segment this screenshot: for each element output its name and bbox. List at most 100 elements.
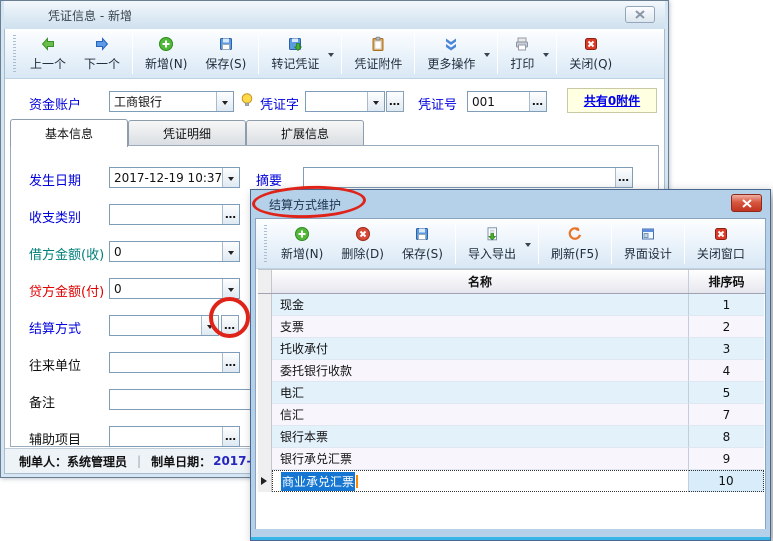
dialog-import-export-button[interactable]: 导入导出 — [459, 223, 525, 265]
close-icon — [742, 199, 752, 208]
row-marker — [258, 294, 272, 316]
chevron-down-icon — [207, 325, 213, 332]
attachment-count-panel: 共有0附件 — [567, 88, 657, 113]
dropdown-button[interactable] — [367, 92, 384, 111]
table-row[interactable]: 现金 1 — [258, 294, 765, 316]
printer-icon — [514, 36, 530, 52]
toolbar-grip[interactable] — [264, 225, 267, 263]
table-row[interactable]: 信汇 7 — [258, 404, 765, 426]
dropdown-button[interactable] — [201, 316, 218, 335]
summary-input[interactable]: … — [303, 167, 633, 188]
dialog-ui-design-button[interactable]: 界面设计 — [615, 223, 681, 265]
row-marker — [258, 338, 272, 360]
dropdown-button[interactable] — [222, 168, 239, 187]
dialog-close-window-button[interactable]: 关闭窗口 — [688, 223, 754, 265]
attachment-count-link[interactable]: 共有0附件 — [584, 92, 640, 109]
toolbar-separator — [258, 34, 259, 74]
debit-amount-combobox[interactable]: 0 — [109, 241, 240, 262]
dialog-delete-button[interactable]: 删除(D) — [332, 223, 393, 265]
table-row[interactable]: 支票 2 — [258, 316, 765, 338]
more-actions-button[interactable]: 更多操作 — [418, 33, 484, 75]
remark-input[interactable] — [109, 389, 259, 410]
table-row[interactable]: 电汇 5 — [258, 382, 765, 404]
auxiliary-item-label: 辅助项目 — [29, 429, 81, 448]
ellipsis-icon: … — [225, 431, 237, 442]
voucher-toolbar: 上一个 下一个 新增(N) 保存(S) — [5, 29, 664, 79]
dialog-refresh-button[interactable]: 刷新(F5) — [542, 223, 608, 265]
column-header-name[interactable]: 名称 — [272, 270, 689, 293]
add-icon — [158, 36, 174, 52]
arrow-left-icon — [40, 36, 56, 52]
toolbar-separator — [132, 34, 133, 74]
counterparty-input[interactable]: … — [109, 352, 240, 373]
creator-label: 制单人： — [19, 453, 67, 470]
toolbar-separator — [556, 34, 557, 74]
voucher-word-combobox[interactable] — [305, 91, 385, 112]
creator-value: 系统管理员 — [67, 453, 127, 470]
status-separator: | — [137, 454, 141, 468]
ellipsis-button[interactable]: … — [222, 353, 239, 372]
ellipsis-button[interactable]: … — [222, 205, 239, 224]
import-export-dropdown-arrow[interactable] — [525, 243, 531, 250]
voucher-window-close-button[interactable] — [625, 6, 655, 23]
attachment-icon — [370, 36, 386, 52]
close-red-icon — [583, 36, 599, 52]
settlement-dialog-close-button[interactable] — [731, 194, 762, 212]
current-row-arrow-icon — [261, 477, 267, 485]
table-row[interactable]: 委托银行收款 4 — [258, 360, 765, 382]
voucher-no-ellipsis-button[interactable]: … — [529, 92, 546, 111]
row-marker — [258, 404, 272, 426]
print-button[interactable]: 打印 — [501, 33, 543, 75]
settlement-method-ellipsis-button[interactable]: … — [221, 315, 239, 336]
save-button[interactable]: 保存(S) — [196, 33, 255, 75]
print-dropdown-arrow[interactable] — [543, 53, 549, 60]
voucher-attachment-button[interactable]: 凭证附件 — [345, 33, 411, 75]
chevron-down-icon — [222, 101, 228, 108]
table-row[interactable]: 托收承付 3 — [258, 338, 765, 360]
selected-cell-editing[interactable]: 商业承兑汇票 — [272, 470, 689, 492]
tab-basic-info[interactable]: 基本信息 — [10, 119, 128, 147]
dialog-new-button[interactable]: 新增(N) — [272, 223, 332, 265]
dialog-save-button[interactable]: 保存(S) — [393, 223, 452, 265]
auxiliary-item-input[interactable]: … — [109, 426, 240, 447]
more-actions-dropdown-arrow[interactable] — [484, 53, 490, 60]
chevron-down-icon — [228, 288, 234, 295]
toolbar-separator — [414, 34, 415, 74]
dropdown-button[interactable] — [222, 242, 239, 261]
save-icon — [218, 36, 234, 52]
dropdown-button[interactable] — [216, 92, 233, 111]
lightbulb-icon[interactable] — [239, 92, 255, 108]
voucher-no-input[interactable]: 001 … — [467, 91, 547, 112]
transfer-voucher-dropdown-arrow[interactable] — [328, 53, 334, 60]
save-transfer-icon — [287, 36, 303, 52]
occur-date-picker[interactable]: 2017-12-19 10:37 — [109, 167, 240, 188]
toolbar-grip[interactable] — [13, 35, 16, 73]
row-marker-current — [258, 470, 272, 492]
settlement-toolbar: 新增(N) 删除(D) 保存(S) 导入导出 — [256, 219, 765, 269]
next-button[interactable]: 下一个 — [75, 33, 129, 75]
column-header-sortcode[interactable]: 排序码 — [689, 270, 764, 293]
credit-amount-combobox[interactable]: 0 — [109, 278, 240, 299]
dropdown-button[interactable] — [222, 279, 239, 298]
text-caret — [356, 475, 358, 488]
income-expense-type-input[interactable]: … — [109, 204, 240, 225]
table-row-selected[interactable]: 商业承兑汇票 10 — [258, 470, 765, 492]
close-button[interactable]: 关闭(Q) — [560, 33, 621, 75]
ellipsis-icon: … — [389, 96, 401, 107]
fund-account-label: 资金账户 — [29, 94, 81, 113]
ellipsis-button[interactable]: … — [222, 427, 239, 446]
voucher-word-ellipsis-button[interactable]: … — [386, 91, 404, 112]
occur-date-label: 发生日期 — [29, 170, 81, 189]
table-row[interactable]: 银行本票 8 — [258, 426, 765, 448]
tab-voucher-detail[interactable]: 凭证明细 — [128, 120, 246, 146]
new-button[interactable]: 新增(N) — [136, 33, 196, 75]
fund-account-combobox[interactable]: 工商银行 — [109, 91, 234, 112]
table-row[interactable]: 银行承兑汇票 9 — [258, 448, 765, 470]
tab-extended-info[interactable]: 扩展信息 — [246, 120, 364, 146]
settlement-method-combobox[interactable] — [109, 315, 219, 336]
row-marker — [258, 382, 272, 404]
transfer-voucher-button[interactable]: 转记凭证 — [262, 33, 328, 75]
summary-ellipsis-button[interactable]: … — [615, 168, 632, 187]
toolbar-separator — [497, 34, 498, 74]
previous-button[interactable]: 上一个 — [21, 33, 75, 75]
